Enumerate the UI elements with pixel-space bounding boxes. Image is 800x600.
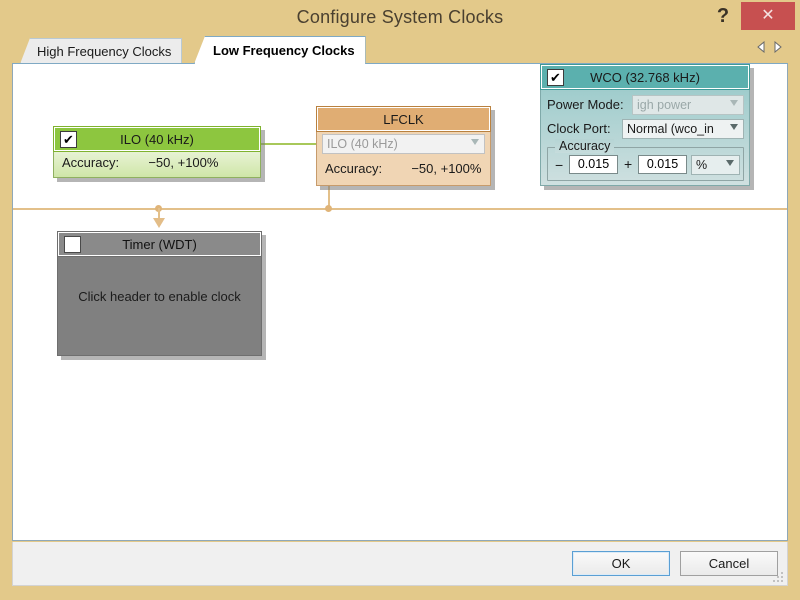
- wco-enable-checkbox[interactable]: ✔: [547, 69, 564, 86]
- wco-power-mode-label: Power Mode:: [547, 97, 624, 112]
- page-title: Configure System Clocks: [296, 7, 504, 27]
- wco-accuracy-minus-sign: −: [555, 157, 564, 173]
- lfclk-source-combo[interactable]: ILO (40 kHz): [322, 134, 485, 154]
- timer-disabled-message: Click header to enable clock: [78, 289, 241, 304]
- help-button[interactable]: ?: [709, 2, 737, 30]
- cancel-button[interactable]: Cancel: [680, 551, 778, 576]
- bus-junction-dot-lfclk: [325, 205, 332, 212]
- chevron-down-icon: [730, 124, 739, 130]
- node-lfclk-header: LFCLK: [316, 106, 491, 132]
- chevron-down-icon: [726, 160, 735, 166]
- arrow-bus-to-timer: [153, 218, 165, 228]
- wco-accuracy-group-label: Accuracy: [555, 139, 615, 153]
- node-timer-header[interactable]: Timer (WDT): [57, 231, 262, 257]
- ilo-enable-checkbox[interactable]: ✔: [60, 131, 77, 148]
- tab-strip: High Frequency Clocks Low Frequency Cloc…: [12, 36, 788, 64]
- wco-clock-port-combo[interactable]: Normal (wco_in: [622, 119, 744, 139]
- chevron-down-icon: [471, 139, 480, 145]
- wco-clock-port-value: Normal (wco_in: [627, 122, 714, 136]
- wire-bus-horizontal: [13, 208, 787, 210]
- tab-nav-arrows: [757, 41, 782, 53]
- wco-accuracy-group: Accuracy − 0.015 + 0.015 %: [547, 139, 744, 181]
- triangle-right-icon[interactable]: [773, 41, 782, 53]
- node-body: ✔ WCO (32.768 kHz) Power Mode: igh power…: [540, 64, 750, 186]
- wco-accuracy-units-combo[interactable]: %: [691, 155, 740, 175]
- ilo-accuracy-label: Accuracy:: [62, 155, 120, 170]
- wco-accuracy-minus-value: 0.015: [577, 157, 610, 171]
- wco-power-mode-value: igh power: [637, 98, 692, 112]
- lfclk-accuracy-label: Accuracy:: [325, 161, 383, 176]
- wco-accuracy-plus-value: 0.015: [646, 157, 679, 171]
- close-button[interactable]: ✕: [741, 2, 795, 30]
- wco-accuracy-plus-sign: +: [624, 156, 633, 172]
- timer-enable-checkbox[interactable]: [64, 236, 81, 253]
- resize-grip[interactable]: [773, 572, 783, 582]
- title-bar: Configure System Clocks ? ✕: [0, 0, 800, 34]
- ilo-accuracy-value: −50, +100%: [148, 155, 219, 170]
- wco-clock-port-label: Clock Port:: [547, 121, 611, 136]
- node-body: LFCLK ILO (40 kHz) Accuracy: −50, +100%: [316, 106, 491, 186]
- tab-high-frequency-clocks[interactable]: High Frequency Clocks: [20, 38, 183, 64]
- node-timer-title: Timer (WDT): [122, 237, 197, 252]
- node-body: ✔ ILO (40 kHz) Accuracy: −50, +100%: [53, 126, 261, 178]
- node-lfclk[interactable]: LFCLK ILO (40 kHz) Accuracy: −50, +100%: [316, 106, 495, 190]
- node-ilo-accuracy-row: Accuracy: −50, +100%: [54, 151, 260, 174]
- clock-diagram-canvas: ✔ ILO (40 kHz) Accuracy: −50, +100% LFCL…: [12, 63, 788, 541]
- node-lfclk-accuracy-row: Accuracy: −50, +100%: [317, 158, 490, 179]
- wco-accuracy-plus-input[interactable]: 0.015: [638, 155, 687, 174]
- diagram-surface: ✔ ILO (40 kHz) Accuracy: −50, +100% LFCL…: [13, 64, 787, 540]
- lfclk-accuracy-value: −50, +100%: [411, 161, 482, 176]
- node-wco[interactable]: ✔ WCO (32.768 kHz) Power Mode: igh power…: [540, 64, 754, 190]
- wco-accuracy-units-value: %: [696, 158, 708, 172]
- node-timer-wdt[interactable]: Timer (WDT) Click header to enable clock: [57, 231, 266, 360]
- node-ilo-title: ILO (40 kHz): [120, 132, 194, 147]
- lfclk-source-value: ILO (40 kHz): [327, 137, 398, 151]
- tab-low-frequency-clocks[interactable]: Low Frequency Clocks: [194, 36, 366, 64]
- triangle-left-icon[interactable]: [757, 41, 766, 53]
- configure-system-clocks-window: Configure System Clocks ? ✕ High Frequen…: [0, 0, 800, 600]
- chevron-down-icon: [730, 100, 739, 106]
- node-ilo-header[interactable]: ✔ ILO (40 kHz): [53, 126, 261, 152]
- wco-power-mode-combo[interactable]: igh power: [632, 95, 744, 115]
- node-wco-header[interactable]: ✔ WCO (32.768 kHz): [540, 64, 750, 90]
- node-lfclk-title: LFCLK: [383, 112, 424, 127]
- node-ilo[interactable]: ✔ ILO (40 kHz) Accuracy: −50, +100%: [53, 126, 265, 182]
- wco-accuracy-minus-input[interactable]: 0.015: [569, 155, 618, 174]
- ok-button[interactable]: OK: [572, 551, 670, 576]
- dialog-button-bar: OK Cancel: [12, 542, 788, 586]
- node-wco-title: WCO (32.768 kHz): [590, 70, 700, 85]
- node-body: Timer (WDT) Click header to enable clock: [57, 231, 262, 356]
